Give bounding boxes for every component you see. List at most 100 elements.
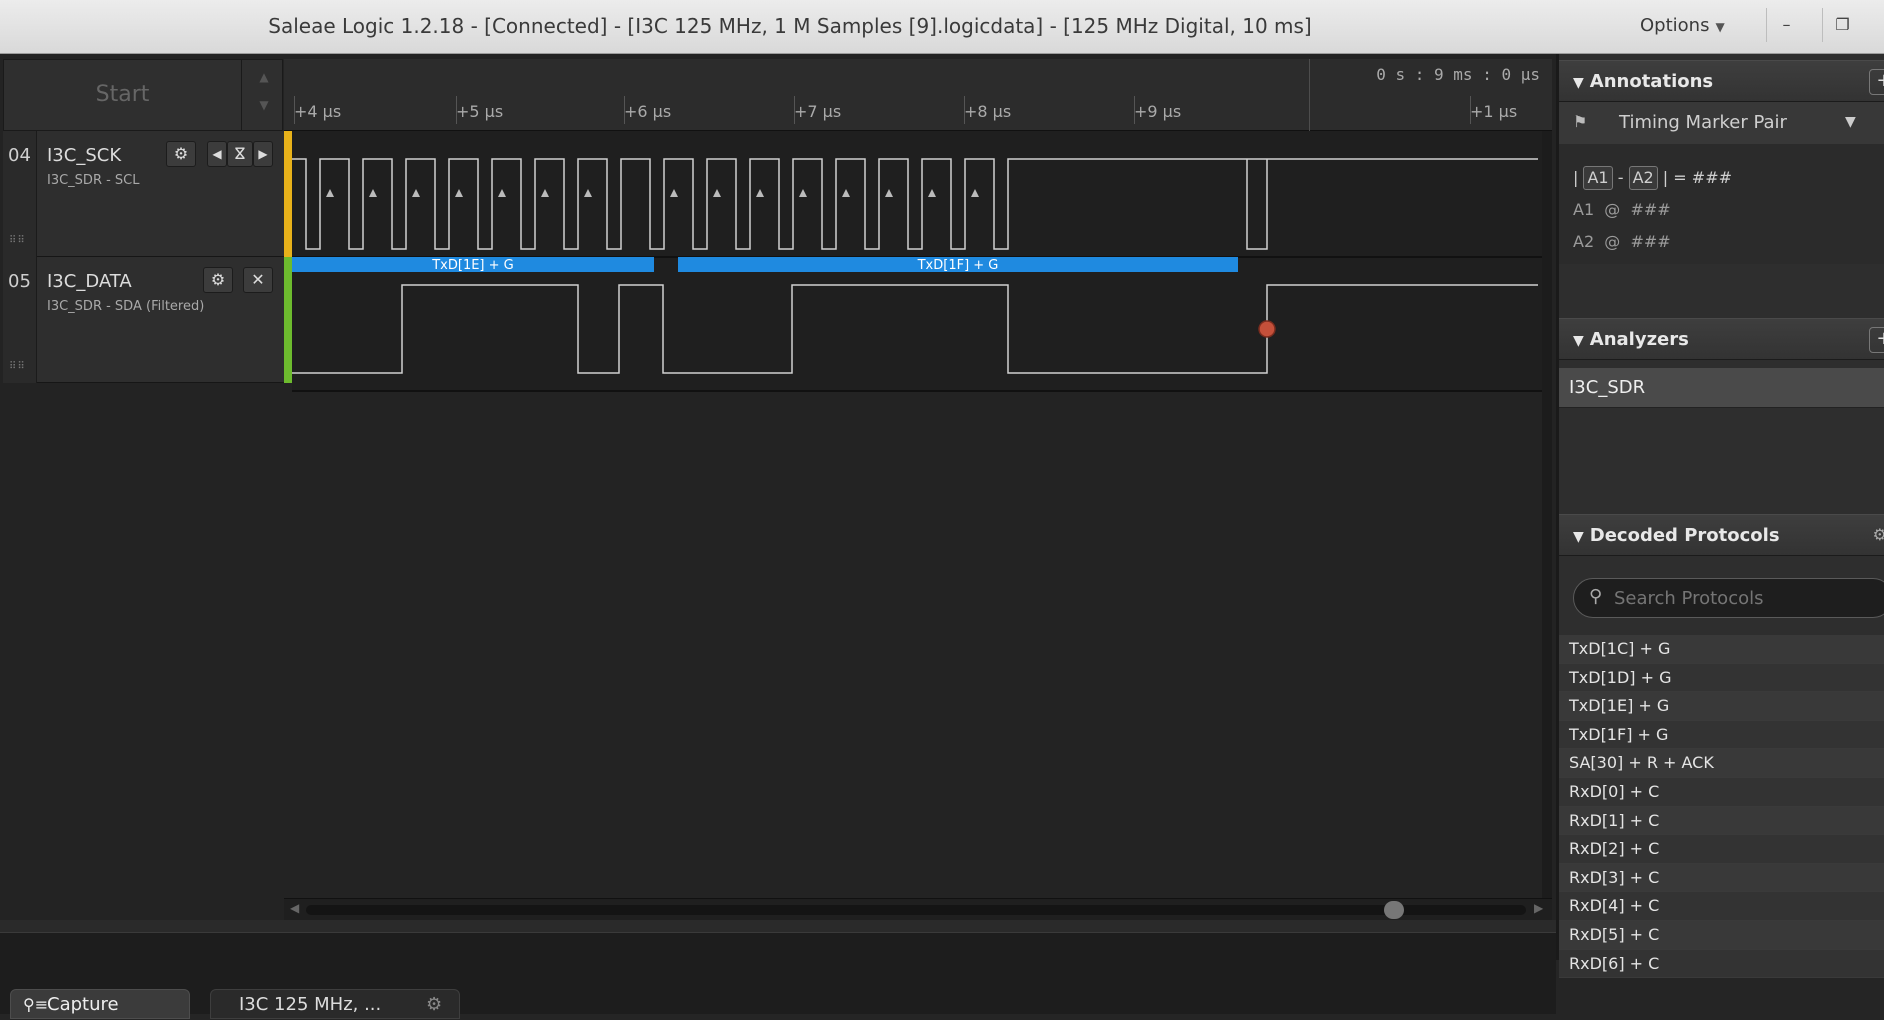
pin-icon: ⚑ [1573, 112, 1588, 131]
chevron-left-icon[interactable]: ◀ [207, 141, 227, 167]
tab-bar: ⚲≡ Capture I3C 125 MHz, ... ⚙ [0, 932, 1556, 1019]
at-sign: @ [1604, 232, 1621, 251]
channel-subtitle: I3C_SDR - SDA (Filtered) [47, 299, 205, 314]
list-item[interactable]: RxD[2] + C [1559, 835, 1884, 864]
a1-value: ### [1630, 200, 1671, 219]
scroll-left-icon[interactable]: ◀ [290, 901, 299, 915]
channel-row-data[interactable]: 05 ⠿⠿ I3C_DATA I3C_SDR - SDA (Filtered) … [3, 257, 284, 383]
timeline-tick: +9 µs [1134, 96, 1182, 124]
separator: | [1573, 168, 1579, 187]
add-analyzer-button[interactable]: + [1869, 327, 1884, 353]
a2-marker-button[interactable]: A2 [1628, 166, 1658, 190]
timing-marker[interactable] [1258, 320, 1276, 338]
side-panel: ▼ Annotations + ⚑ Timing Marker Pair ▼ | … [1556, 54, 1884, 979]
timeline-tick: +1 µs [1470, 96, 1518, 124]
capture-search-icon: ⚲≡ [23, 995, 49, 1014]
a1-marker-button[interactable]: A1 [1583, 166, 1613, 190]
decoded-protocols-header[interactable]: ▼ Decoded Protocols ⚙ [1559, 514, 1884, 556]
list-item[interactable]: TxD[1E] + G [1559, 692, 1884, 721]
status-strip [0, 920, 1556, 932]
list-item[interactable]: RxD[6] + C [1559, 949, 1884, 979]
channel-subtitle: I3C_SDR - SCL [47, 173, 140, 188]
difference-value: ### [1691, 168, 1732, 187]
channel-row-sck[interactable]: 04 ⠿⠿ I3C_SCK I3C_SDR - SCL ⚙ ◀ ⴵ ▶ [3, 131, 284, 257]
analyzers-header[interactable]: ▼ Analyzers + [1559, 318, 1884, 360]
tab-capture-label: Capture [47, 994, 119, 1015]
annotations-title: Annotations [1589, 71, 1714, 92]
channel-name[interactable]: I3C_DATA [47, 271, 132, 292]
separator: | [1662, 168, 1669, 187]
analyzers-title: Analyzers [1589, 329, 1689, 350]
edge-trigger-icon[interactable]: ⴵ [227, 141, 253, 167]
decoded-frame-label: TxD[1F] + G [917, 258, 999, 273]
close-icon[interactable]: ✕ [243, 267, 273, 293]
marker-pair-label: Timing Marker Pair [1619, 112, 1787, 133]
spin-down-icon[interactable]: ▼ [250, 98, 278, 112]
a2-label: A2 [1573, 232, 1595, 251]
title-bar: Saleae Logic 1.2.18 - [Connected] - [I3C… [0, 0, 1884, 54]
gear-icon[interactable]: ⚙ [203, 267, 233, 293]
chevron-down-icon[interactable]: ▼ [1845, 114, 1856, 130]
a1-row: A1 @ ### [1573, 194, 1884, 226]
gear-icon[interactable]: ⚙ [1873, 525, 1884, 544]
tab-session[interactable]: I3C 125 MHz, ... ⚙ [210, 989, 460, 1019]
search-icon: ⚲ [1589, 586, 1603, 607]
scroll-thumb[interactable] [1384, 901, 1404, 919]
tab-session-label: I3C 125 MHz, ... [239, 994, 382, 1015]
triangle-down-icon: ▼ [1573, 75, 1584, 91]
timeline-timestamp: 0 s : 9 ms : 0 µs [1376, 65, 1540, 84]
drag-handle-icon[interactable]: ⠿⠿ [9, 235, 26, 246]
timeline-tick: +7 µs [794, 96, 842, 124]
waveform-view[interactable]: TxD[1E] + G TxD[1F] + G [292, 131, 1542, 392]
annotations-header[interactable]: ▼ Annotations + [1559, 60, 1884, 102]
list-item[interactable]: SA[30] + R + ACK [1559, 749, 1884, 778]
triangle-down-icon: ▼ [1573, 333, 1584, 349]
restore-button[interactable]: ❐ [1822, 8, 1862, 42]
search-protocols-input[interactable] [1573, 578, 1884, 618]
a1-label: A1 [1573, 200, 1595, 219]
marker-difference-row: | A1 - A2 | = ### [1573, 162, 1884, 194]
options-label: Options [1640, 15, 1710, 36]
timestamp-divider [1309, 59, 1310, 131]
list-item[interactable]: RxD[1] + C [1559, 806, 1884, 836]
vertical-scrollbar[interactable] [1542, 131, 1552, 951]
list-item[interactable]: TxD[1F] + G [1559, 720, 1884, 750]
start-panel: Start ▲ ▼ [3, 59, 283, 131]
analyzer-item[interactable]: I3C_SDR [1559, 368, 1884, 408]
spin-up-icon[interactable]: ▲ [250, 70, 278, 84]
gear-icon[interactable]: ⚙ [166, 141, 196, 167]
chevron-right-icon[interactable]: ▶ [253, 141, 273, 167]
timeline-tick: +4 µs [294, 96, 342, 124]
list-item[interactable]: RxD[4] + C [1559, 892, 1884, 921]
window-title: Saleae Logic 1.2.18 - [Connected] - [I3C… [268, 14, 1312, 38]
list-item[interactable]: RxD[3] + C [1559, 863, 1884, 893]
gear-icon[interactable]: ⚙ [426, 990, 442, 1020]
drag-handle-icon[interactable]: ⠿⠿ [9, 361, 26, 372]
chevron-down-icon: ▼ [1715, 20, 1725, 34]
decoded-protocols-title: Decoded Protocols [1589, 525, 1780, 546]
list-item[interactable]: TxD[1C] + G [1559, 635, 1884, 664]
timeline-ruler[interactable]: 0 s : 9 ms : 0 µs +4 µs +5 µs +6 µs +7 µ… [284, 59, 1552, 131]
timing-marker-pair-bar[interactable]: ⚑ Timing Marker Pair ▼ [1559, 102, 1884, 144]
scroll-right-icon[interactable]: ▶ [1534, 901, 1543, 915]
triangle-down-icon: ▼ [1573, 529, 1584, 545]
minimize-button[interactable]: – [1766, 8, 1806, 42]
list-item[interactable]: TxD[1D] + G [1559, 663, 1884, 693]
tab-capture[interactable]: ⚲≡ Capture [10, 989, 190, 1019]
timeline-tick: +6 µs [624, 96, 672, 124]
list-item[interactable]: RxD[0] + C [1559, 777, 1884, 807]
decoded-protocols-list[interactable]: TxD[1C] + G TxD[1D] + G TxD[1E] + G TxD[… [1559, 635, 1884, 979]
at-sign: @ [1604, 200, 1621, 219]
timeline-tick: +5 µs [456, 96, 504, 124]
channel-color-bar [284, 131, 292, 257]
options-menu[interactable]: Options ▼ [1640, 15, 1725, 36]
scroll-track[interactable] [306, 905, 1526, 915]
channel-color-bar [284, 257, 292, 383]
add-annotation-button[interactable]: + [1869, 69, 1884, 95]
annotation-details: | A1 - A2 | = ### A1 @ ### A2 @ ### [1559, 144, 1884, 264]
list-item[interactable]: RxD[5] + C [1559, 920, 1884, 950]
channel-name[interactable]: I3C_SCK [47, 145, 121, 166]
decoded-frame-label: TxD[1E] + G [431, 258, 514, 273]
start-button[interactable]: Start [4, 60, 242, 130]
horizontal-scrollbar[interactable]: ◀ ▶ [284, 898, 1552, 920]
